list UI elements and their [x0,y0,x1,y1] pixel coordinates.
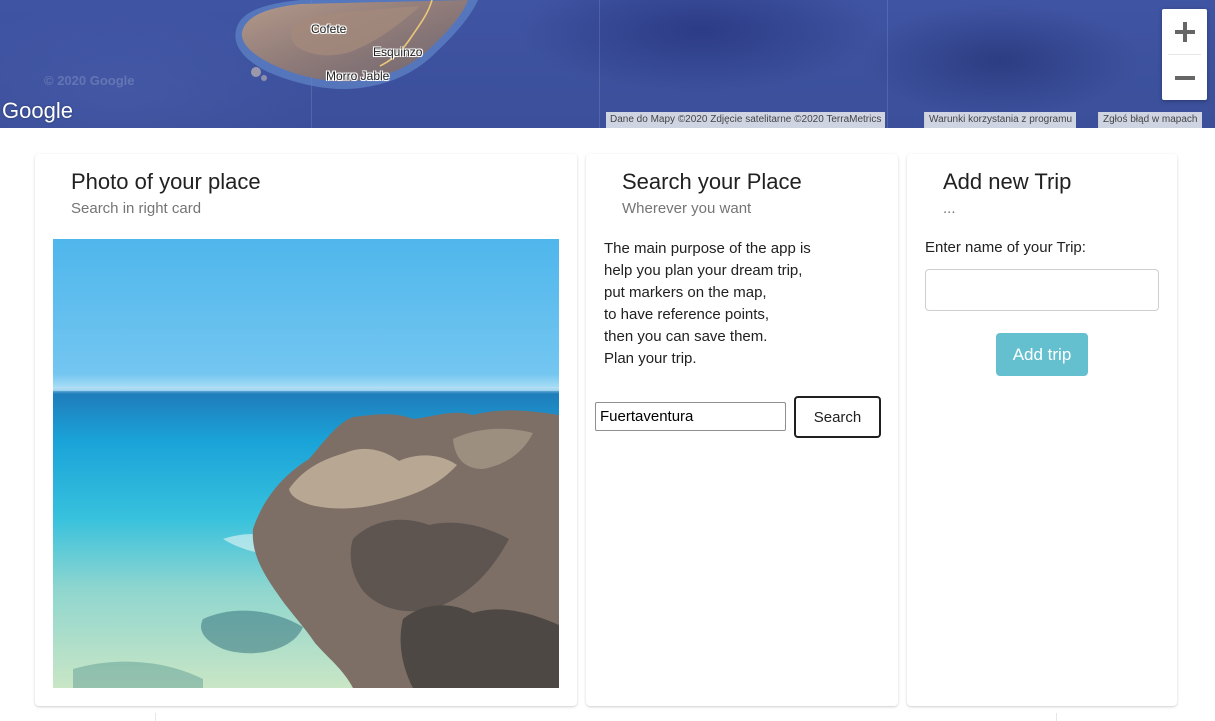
map-place-label: Cofete [311,22,347,36]
photo-card: Photo of your place Search in right card [35,154,577,706]
map-tile-border [599,0,600,128]
zoom-control [1162,9,1207,100]
map-place-label: Morro Jable [326,69,390,83]
map-place-label: Esquinzo [373,45,423,59]
google-logo: Google [2,98,73,123]
description-line: The main purpose of the app is [604,240,811,257]
card-subtitle: Wherever you want [622,200,752,217]
minus-icon [1174,75,1195,80]
search-button[interactable]: Search [794,396,881,438]
description-line: to have reference points, [604,306,770,323]
card-title: Photo of your place [71,169,261,194]
search-card: Search your Place Wherever you want The … [586,154,898,706]
island-terrain [235,0,478,90]
map-view[interactable]: Cofete Esquinzo Morro Jable © 2020 Googl… [0,0,1215,128]
plus-icon [1174,21,1195,42]
zoom-in-button[interactable] [1162,9,1207,54]
app-description: The main purpose of the app is help you … [604,238,811,370]
card-subtitle: Search in right card [71,200,202,217]
description-line: put markers on the map, [604,284,767,301]
map-data-attribution: Dane do Mapy ©2020 Zdjęcie satelitarne ©… [606,112,886,128]
description-line: help you plan your dream trip, [604,262,803,279]
divider [1056,713,1057,721]
divider [155,713,156,721]
report-error-link[interactable]: Zgłoś błąd w mapach [1098,112,1202,128]
rocky-coast-image [53,387,559,688]
card-subtitle: ... [943,200,956,217]
map-tile-border [887,0,888,128]
place-search-input[interactable] [595,402,786,431]
add-trip-card: Add new Trip ... Enter name of your Trip… [907,154,1177,706]
add-trip-button[interactable]: Add trip [996,333,1088,376]
trip-name-input[interactable] [925,269,1159,311]
card-title: Search your Place [622,169,802,194]
description-line: then you can save them. [604,328,768,345]
trip-name-label: Enter name of your Trip: [925,239,1086,256]
card-title: Add new Trip [943,169,1072,194]
description-line: Plan your trip. [604,350,697,367]
map-copyright-faint: © 2020 Google [44,73,135,88]
terms-link[interactable]: Warunki korzystania z programu [924,112,1077,128]
zoom-out-button[interactable] [1162,55,1207,100]
place-photo [53,239,559,688]
